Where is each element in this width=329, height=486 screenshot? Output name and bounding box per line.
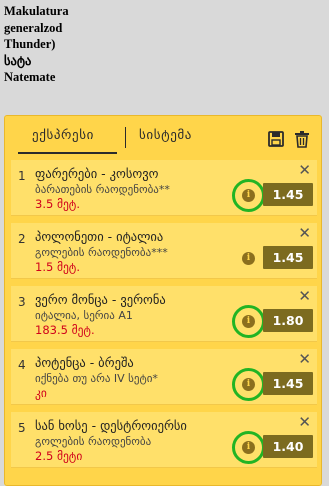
slip-number: 1 [18,169,26,183]
bet-type-tabs: ექსპრესი სისტემა [4,115,322,161]
slip-number: 3 [18,295,26,309]
close-icon[interactable]: ✕ [298,226,311,241]
list-item: 3 ვერო მონცა - ვერონა იტალია, სერია A1 1… [11,286,317,342]
selection-value: 2.5 მეტი [35,449,83,463]
slip-number: 2 [18,232,26,246]
info-icon[interactable]: i [242,252,255,265]
slip-number: 5 [18,421,26,435]
market-name: იქნება თუ არა IV სეტი* [35,372,158,385]
trash-icon[interactable] [294,130,310,148]
list-item: 2 პოლონეთი - იტალია გოლების რაოდენობა***… [11,223,317,279]
market-name: გოლების რაოდენობა*** [35,246,168,259]
match-title: პოტენცა - ბრეშა [35,355,134,370]
info-icon[interactable]: i [242,378,255,391]
close-icon[interactable]: ✕ [298,289,311,304]
odds-button[interactable]: 1.45 [263,183,313,206]
background-text-line: Natemate [4,70,56,84]
background-text-line: Thunder) [4,37,56,51]
close-icon[interactable]: ✕ [298,163,311,178]
tab-express[interactable]: ექსპრესი [32,128,94,143]
background-text-line: სატა [4,53,32,68]
market-name: ბარათების რაოდენობა** [35,183,170,196]
tab-system[interactable]: სისტემა [139,128,192,143]
selection-value: 3.5 მეტ. [35,197,80,211]
match-title: ვერო მონცა - ვერონა [35,292,166,307]
background-text: Makulatura generalzod Thunder) სატა Nate… [4,3,94,86]
background-text-line: generalzod [4,20,63,35]
odds-button[interactable]: 1.80 [263,309,313,332]
close-icon[interactable]: ✕ [298,415,311,430]
info-icon[interactable]: i [242,189,255,202]
list-item: 1 ფარერები - კოსოვო ბარათების რაოდენობა*… [11,160,317,216]
odds-button[interactable]: 1.40 [263,435,313,458]
market-name: იტალია, სერია A1 [35,309,133,322]
market-name: გოლების რაოდენობა [35,435,152,448]
list-item: 4 პოტენცა - ბრეშა იქნება თუ არა IV სეტი*… [11,349,317,405]
list-item: 5 სან ხოსე - დესტროიერსი გოლების რაოდენო… [11,412,317,468]
info-icon[interactable]: i [242,441,255,454]
match-title: ფარერები - კოსოვო [35,166,159,181]
odds-button[interactable]: 1.45 [263,246,313,269]
tab-divider [125,127,126,148]
selection-value: 1.5 მეტ. [35,260,80,274]
active-tab-indicator [18,152,117,154]
match-title: პოლონეთი - იტალია [35,229,164,244]
bet-slip-panel: ექსპრესი სისტემა 1 ფარერები - კოსოვო ბარ… [4,115,322,486]
background-text-line: Makulatura [4,4,69,18]
selection-value: კი [35,386,47,400]
slip-number: 4 [18,358,26,372]
match-title: სან ხოსე - დესტროიერსი [35,418,187,433]
info-icon[interactable]: i [242,315,255,328]
close-icon[interactable]: ✕ [298,352,311,367]
selection-value: 183.5 მეტ. [35,323,95,337]
save-icon[interactable] [268,130,284,148]
odds-button[interactable]: 1.45 [263,372,313,395]
